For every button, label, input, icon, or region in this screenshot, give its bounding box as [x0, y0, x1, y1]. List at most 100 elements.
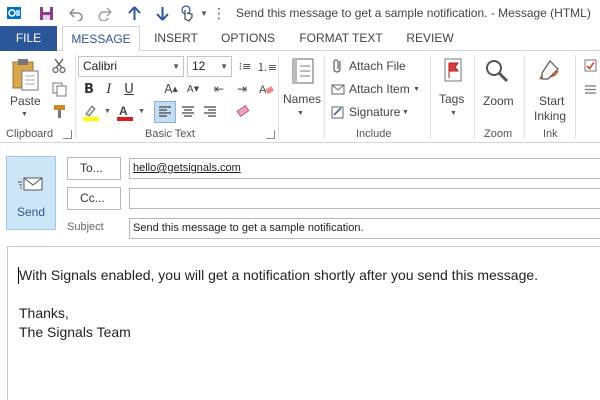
ribbon-separator — [75, 55, 76, 139]
font-size-combobox[interactable]: 12 ▼ — [187, 56, 232, 77]
align-right-icon[interactable] — [200, 102, 220, 122]
ribbon-separator — [324, 55, 325, 139]
tags-button-label[interactable]: Tags — [439, 92, 464, 106]
font-size-value: 12 — [192, 59, 206, 73]
font-size-chevron-icon[interactable]: ▼ — [220, 57, 228, 76]
redo-icon[interactable] — [94, 3, 114, 23]
subject-field[interactable]: Send this message to get a sample notifi… — [129, 218, 600, 239]
to-recipient[interactable]: hello@getsignals.com — [133, 162, 241, 174]
increase-indent-icon[interactable]: ⇥ — [232, 80, 252, 98]
font-color-icon[interactable]: A — [114, 102, 136, 122]
clear-formatting-icon[interactable]: A — [256, 80, 276, 98]
bullets-icon[interactable]: ⁝≡ — [236, 57, 254, 76]
basic-text-dialog-launcher-icon[interactable] — [266, 130, 275, 139]
tab-review[interactable]: REVIEW — [402, 26, 458, 51]
save-icon[interactable] — [36, 3, 56, 23]
previous-item-icon[interactable] — [124, 3, 144, 23]
body-line: The Signals Team — [19, 324, 131, 340]
font-color-chevron-icon[interactable]: ▼ — [138, 108, 145, 115]
eraser-icon[interactable] — [232, 102, 254, 122]
signature-icon[interactable] — [330, 103, 346, 121]
font-name-combobox[interactable]: Calibri ▼ — [78, 56, 184, 77]
attach-item-button[interactable]: Attach Item — [349, 82, 410, 96]
start-inking-label-line1[interactable]: Start — [539, 94, 564, 108]
attach-item-chevron-icon[interactable]: ▼ — [413, 86, 420, 93]
basic-text-group-label: Basic Text — [145, 128, 195, 140]
more-commands-icon[interactable]: ⋮ — [212, 3, 226, 23]
cut-icon[interactable] — [50, 57, 68, 75]
body-line: With Signals enabled, you will get a not… — [19, 267, 539, 283]
align-center-icon[interactable] — [178, 102, 198, 122]
zoom-icon[interactable] — [482, 56, 512, 86]
title-bar: ▼ ⋮ Send this message to get a sample no… — [0, 0, 600, 26]
clipboard-group-label: Clipboard — [6, 128, 54, 140]
paste-button-label[interactable]: Paste — [10, 94, 41, 108]
bold-icon[interactable]: B — [80, 80, 98, 98]
start-inking-label-line2[interactable]: Inking — [534, 109, 566, 123]
to-field[interactable]: hello@getsignals.com — [129, 158, 600, 179]
names-dropdown-chevron-icon[interactable]: ▼ — [297, 110, 304, 117]
cc-field[interactable] — [129, 188, 600, 209]
paste-icon[interactable] — [8, 57, 42, 93]
to-button[interactable]: To... — [67, 157, 121, 180]
names-button-label[interactable]: Names — [283, 92, 321, 106]
body-line: Thanks, — [19, 305, 69, 321]
font-name-value: Calibri — [83, 59, 118, 73]
tab-insert[interactable]: INSERT — [150, 26, 202, 51]
touch-mode-icon[interactable] — [176, 3, 198, 23]
signature-button[interactable]: Signature — [349, 105, 400, 119]
include-group-label: Include — [356, 128, 392, 140]
format-painter-icon[interactable] — [50, 102, 68, 120]
ribbon-tabs: FILE MESSAGE INSERT OPTIONS FORMAT TEXT … — [0, 26, 600, 52]
underline-icon[interactable]: U — [120, 80, 138, 98]
address-book-icon[interactable] — [288, 56, 318, 86]
send-button-label: Send — [16, 205, 46, 219]
clipboard-dialog-launcher-icon[interactable] — [63, 130, 72, 139]
ribbon-separator — [430, 55, 431, 139]
checkbox-icon[interactable] — [582, 57, 598, 73]
italic-icon[interactable]: I — [100, 80, 118, 98]
numbering-icon[interactable]: ⒈≡ — [257, 57, 277, 76]
font-name-chevron-icon[interactable]: ▼ — [172, 57, 180, 76]
undo-icon[interactable] — [66, 3, 86, 23]
customize-toolbar-chevron-icon[interactable]: ▼ — [198, 3, 210, 23]
tab-options[interactable]: OPTIONS — [218, 26, 278, 51]
ribbon-separator — [474, 55, 475, 139]
tab-format-text[interactable]: FORMAT TEXT — [294, 26, 388, 51]
list-icon[interactable] — [582, 81, 598, 97]
ribbon: Paste ▼ Clipboard Calibri ▼ 12 ▼ ⁝≡ ⒈≡ B… — [0, 51, 600, 143]
attach-file-icon[interactable] — [330, 57, 346, 75]
next-item-icon[interactable] — [152, 3, 172, 23]
ribbon-separator — [575, 55, 576, 139]
copy-icon[interactable] — [50, 80, 68, 98]
tab-message[interactable]: MESSAGE — [62, 26, 140, 52]
signature-chevron-icon[interactable]: ▼ — [402, 109, 409, 116]
flag-icon[interactable] — [438, 56, 468, 86]
window-title: Send this message to get a sample notifi… — [236, 6, 591, 20]
cc-button[interactable]: Cc... — [67, 187, 121, 210]
send-envelope-icon — [18, 173, 44, 195]
svg-text:A: A — [119, 104, 128, 118]
attach-file-button[interactable]: Attach File — [349, 59, 406, 73]
ribbon-separator — [524, 55, 525, 139]
decrease-indent-icon[interactable]: ⇤ — [209, 80, 229, 98]
compose-area: Send To... hello@getsignals.com Cc... Su… — [0, 143, 600, 400]
tab-file[interactable]: FILE — [0, 26, 57, 51]
ribbon-separator — [278, 55, 279, 139]
highlight-chevron-icon[interactable]: ▼ — [104, 108, 111, 115]
start-inking-icon[interactable] — [534, 56, 564, 86]
message-body[interactable]: With Signals enabled, you will get a not… — [7, 246, 600, 400]
shrink-font-icon[interactable]: A ▼ — [184, 80, 202, 98]
ink-group-label: Ink — [543, 128, 558, 140]
tags-dropdown-chevron-icon[interactable]: ▼ — [450, 110, 457, 117]
align-left-icon[interactable] — [154, 101, 176, 123]
attach-item-icon[interactable] — [330, 80, 346, 98]
zoom-button-label[interactable]: Zoom — [483, 94, 514, 108]
paste-dropdown-chevron-icon[interactable]: ▼ — [21, 111, 28, 118]
grow-font-icon[interactable]: A ▲ — [162, 80, 180, 98]
highlight-icon[interactable] — [80, 102, 102, 122]
zoom-group-label: Zoom — [484, 128, 513, 140]
subject-label: Subject — [67, 221, 104, 233]
outlook-app-icon[interactable] — [4, 3, 24, 23]
send-button[interactable]: Send — [6, 156, 56, 230]
